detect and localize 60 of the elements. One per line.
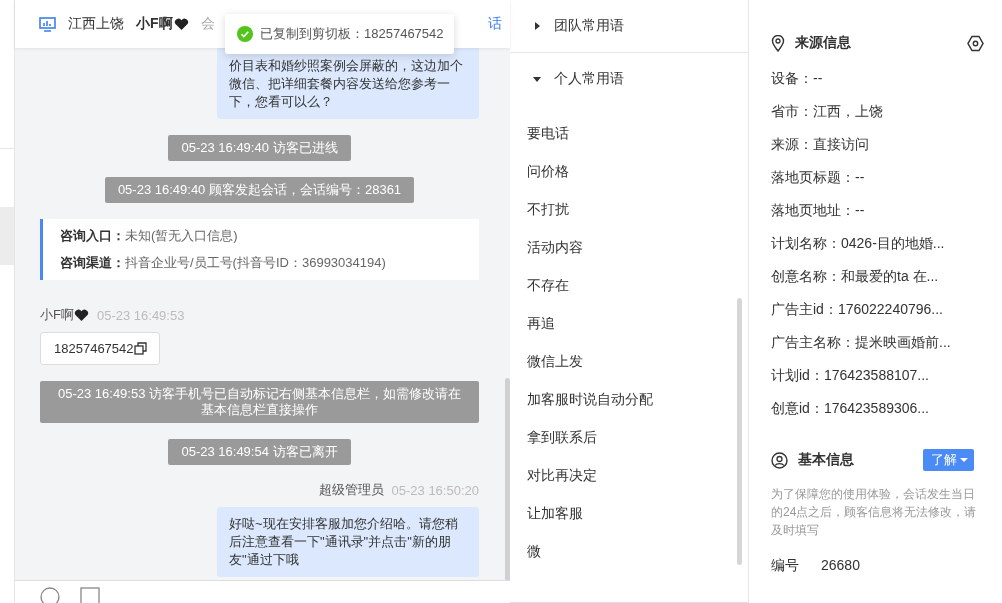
system-message: 05-23 16:49:53 访客手机号已自动标记右侧基本信息栏，如需修改请在基本信息栏直接操作 [40,381,479,423]
caret-down-icon [960,457,968,463]
info-row-text: 落地页地址：-- [771,201,866,220]
copy-icon[interactable] [133,342,147,355]
message-time: 05-23 16:49:53 [96,307,185,323]
session-link[interactable]: 话 [488,15,502,33]
caret-right-icon [532,21,542,32]
info-row-text: 设备：-- [771,69,824,88]
phrase-item[interactable]: 活动内容 [527,227,748,266]
system-message: 05-23 16:49:54 访客已离开 [168,439,351,465]
info-row-text: 省市：江西，上饶 [771,102,884,121]
phrase-item[interactable]: 不存在 [527,265,748,304]
info-row-text: 落地页标题：-- [771,168,866,187]
phrase-item[interactable]: 拿到联系后 [527,417,748,456]
info-row-text: 广告主名称：提米映画婚前... [771,333,952,352]
sender-name: 超级管理员 [318,481,384,499]
phrase-group[interactable]: 个人常用语 [510,53,748,106]
message-bubble: 价目表和婚纱照案例会屏蔽的，这边加个微信、把详细套餐内容发送给您参考一下，您看可以么？ [217,48,479,119]
info-row-text: 创意名称：和最爱的ta 在... [771,267,940,286]
message-time: 05-23 16:50:20 [391,482,479,498]
location-pin-icon [771,34,785,52]
session-status: 会 [200,15,215,33]
scrollbar[interactable] [505,378,510,580]
monitor-icon [39,16,56,32]
info-note: 为了保障您的使用体验，会话发生当日的24点之后，顾客信息将无法修改，请及时填写 [771,486,978,539]
sender-name: 小F啊 [40,306,74,324]
info-row-text: 广告主id：176022240796... [771,300,944,319]
system-message: 05-23 16:49:40 顾客发起会话，会话编号：28361 [104,177,415,203]
phrase-item[interactable]: 不打扰 [527,189,748,228]
phrase-group[interactable]: 团队常用语 [510,0,748,54]
phone-message: 18257467542 [40,332,160,365]
phrase-item[interactable]: 要电话 [527,113,748,152]
image-icon[interactable] [80,587,100,603]
toast-text: 已复制到剪切板：18257467542 [260,25,444,43]
phrase-item[interactable]: 对比再决定 [527,455,748,494]
info-line: 咨询渠道：抖音企业号/员工号(抖音号ID：36993034194) [60,254,387,272]
phrase-item[interactable]: 微 [527,531,748,570]
phrase-item[interactable]: 微信上发 [527,341,748,380]
scrollbar[interactable] [737,298,742,565]
info-row-text: 计划名称：0426-目的地婚... [771,234,946,253]
info-line: 咨询入口：未知(暂无入口信息) [60,227,239,245]
phrase-item[interactable]: 让加客服 [527,493,748,532]
info-row-text: 计划id：176423588107... [771,366,930,385]
field-label: 编号 [771,557,799,575]
field-value: 26680 [821,557,860,575]
visitor-name: 小F啊 [136,15,173,33]
section-title: 基本信息 [798,451,854,469]
section-title: 来源信息 [795,34,851,52]
info-row-text: 创意id：176423589306... [771,399,930,418]
phrase-item[interactable]: 再追 [527,303,748,342]
emoji-icon[interactable] [40,587,60,603]
phrase-item[interactable]: 问价格 [527,151,748,190]
message-bubble: 好哒~现在安排客服加您介绍哈。请您稍后注意查看一下"通讯录"并点击"新的朋友"通过下哦 [217,507,479,577]
info-row-text: 来源：直接访问 [771,135,870,154]
phrase-item[interactable]: 加客服时说自动分配 [527,379,748,418]
success-icon [237,26,253,42]
visitor-location: 江西上饶 [68,15,124,33]
settings-icon[interactable] [967,34,984,52]
user-icon [771,451,788,469]
system-message: 05-23 16:49:40 访客已进线 [168,135,351,161]
